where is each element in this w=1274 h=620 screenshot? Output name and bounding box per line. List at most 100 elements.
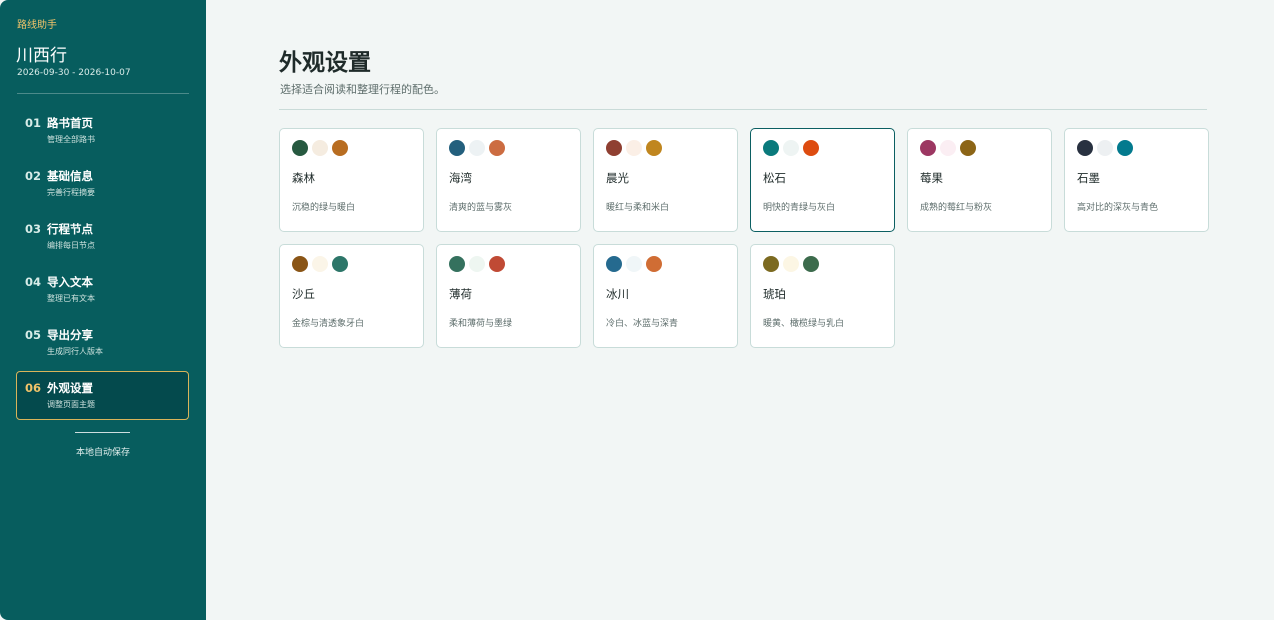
color-swatches	[920, 140, 980, 156]
sidebar-item-home[interactable]: 01 路书首页 管理全部路书	[16, 106, 189, 155]
sidebar: 路线助手 川西行 2026-09-30 - 2026-10-07 01 路书首页…	[0, 0, 206, 620]
sidebar-item-basic-info[interactable]: 02 基础信息 完善行程摘要	[16, 159, 189, 208]
nav-subtitle: 完善行程摘要	[47, 188, 95, 197]
color-swatch	[626, 140, 642, 156]
color-swatch	[312, 140, 328, 156]
nav-number: 01	[25, 116, 42, 130]
color-swatch	[489, 140, 505, 156]
nav-label: 行程节点	[47, 222, 93, 236]
theme-name: 琥珀	[763, 287, 786, 301]
nav-number: 02	[25, 169, 42, 183]
page-subtitle: 选择适合阅读和整理行程的配色。	[280, 83, 445, 96]
color-swatch	[783, 256, 799, 272]
color-swatch	[489, 256, 505, 272]
theme-name: 沙丘	[292, 287, 315, 301]
sidebar-item-export-share[interactable]: 05 导出分享 生成同行人版本	[16, 318, 189, 367]
color-swatch	[606, 140, 622, 156]
theme-card[interactable]: 沙丘金棕与清透象牙白	[279, 244, 424, 348]
sidebar-item-itinerary-nodes[interactable]: 03 行程节点 编排每日节点	[16, 212, 189, 261]
theme-card[interactable]: 森林 沉稳的绿与暖白	[279, 128, 424, 232]
theme-name: 薄荷	[449, 287, 472, 301]
theme-card[interactable]: 松石 明快的青绿与灰白	[750, 128, 895, 232]
theme-card[interactable]: 晨光 暖红与柔和米白	[593, 128, 738, 232]
color-swatch	[449, 140, 465, 156]
theme-description: 成熟的莓红与粉灰	[920, 203, 993, 213]
color-swatch	[960, 140, 976, 156]
color-swatches	[606, 256, 666, 272]
color-swatch	[312, 256, 328, 272]
nav-subtitle: 整理已有文本	[47, 294, 95, 303]
theme-name: 晨光	[606, 171, 629, 185]
theme-card[interactable]: 琥珀暖黄、橄榄绿与乳白	[750, 244, 895, 348]
color-swatch	[1097, 140, 1113, 156]
color-swatch	[292, 140, 308, 156]
brand-label: 路线助手	[17, 20, 57, 31]
color-swatch	[469, 256, 485, 272]
sidebar-item-appearance[interactable]: 06 外观设置 调整页面主题	[16, 371, 189, 420]
theme-card[interactable]: 薄荷 柔和薄荷与墨绿	[436, 244, 581, 348]
color-swatch	[920, 140, 936, 156]
theme-description: 柔和薄荷与墨绿	[449, 319, 513, 329]
sidebar-item-import-text[interactable]: 04 导入文本 整理已有文本	[16, 265, 189, 314]
nav-subtitle: 编排每日节点	[47, 241, 95, 250]
theme-name: 莓果	[920, 171, 943, 185]
theme-description: 冷白、冰蓝与深青	[606, 319, 679, 329]
color-swatch	[1117, 140, 1133, 156]
color-swatches	[292, 256, 352, 272]
theme-name: 冰川	[606, 287, 629, 301]
theme-name: 森林	[292, 171, 315, 185]
theme-description: 暖黄、橄榄绿与乳白	[763, 319, 845, 329]
autosave-status: 本地自动保存	[75, 448, 130, 458]
nav-number: 06	[25, 381, 42, 395]
sidebar-nav: 01 路书首页 管理全部路书 02 基础信息 完善行程摘要 03 行程节点 编排…	[16, 106, 189, 424]
theme-name: 海湾	[449, 171, 472, 185]
color-swatches	[449, 140, 509, 156]
nav-label: 外观设置	[47, 381, 93, 395]
nav-subtitle: 管理全部路书	[47, 135, 95, 144]
theme-card[interactable]: 冰川冷白、冰蓝与深青	[593, 244, 738, 348]
nav-number: 05	[25, 328, 42, 342]
autosave-divider	[75, 432, 130, 433]
color-swatch	[469, 140, 485, 156]
theme-description: 暖红与柔和米白	[606, 203, 670, 213]
color-swatch	[292, 256, 308, 272]
color-swatch	[1077, 140, 1093, 156]
color-swatch	[940, 140, 956, 156]
color-swatch	[332, 140, 348, 156]
header-divider	[279, 109, 1207, 110]
color-swatch	[763, 256, 779, 272]
color-swatches	[292, 140, 352, 156]
theme-card[interactable]: 海湾 清爽的蓝与雾灰	[436, 128, 581, 232]
color-swatch	[803, 140, 819, 156]
color-swatch	[803, 256, 819, 272]
color-swatches	[606, 140, 666, 156]
color-swatch	[783, 140, 799, 156]
sidebar-divider	[17, 93, 189, 94]
nav-number: 03	[25, 222, 42, 236]
theme-grid: 森林 沉稳的绿与暖白 海湾 清爽的蓝与雾灰 晨光 暖红与柔和米白 松石 明快的青绿与灰白 莓果成…	[279, 128, 1209, 348]
nav-label: 基础信息	[47, 169, 93, 183]
color-swatch	[606, 256, 622, 272]
nav-label: 路书首页	[47, 116, 93, 130]
color-swatch	[646, 140, 662, 156]
theme-card[interactable]: 莓果成熟的莓红与粉灰	[907, 128, 1052, 232]
trip-title: 川西行	[16, 46, 67, 66]
nav-subtitle: 调整页面主题	[47, 400, 95, 409]
color-swatch	[626, 256, 642, 272]
theme-description: 清爽的蓝与雾灰	[449, 203, 513, 213]
nav-label: 导入文本	[47, 275, 93, 289]
color-swatches	[763, 256, 823, 272]
color-swatch	[646, 256, 662, 272]
trip-dates: 2026-09-30 - 2026-10-07	[17, 68, 131, 78]
color-swatch	[332, 256, 348, 272]
theme-name: 石墨	[1077, 171, 1100, 185]
nav-subtitle: 生成同行人版本	[47, 347, 103, 356]
theme-card[interactable]: 石墨 高对比的深灰与青色	[1064, 128, 1209, 232]
color-swatches	[449, 256, 509, 272]
page-title: 外观设置	[279, 50, 371, 76]
color-swatch	[763, 140, 779, 156]
theme-description: 金棕与清透象牙白	[292, 319, 365, 329]
color-swatch	[449, 256, 465, 272]
color-swatches	[1077, 140, 1137, 156]
theme-description: 沉稳的绿与暖白	[292, 203, 356, 213]
